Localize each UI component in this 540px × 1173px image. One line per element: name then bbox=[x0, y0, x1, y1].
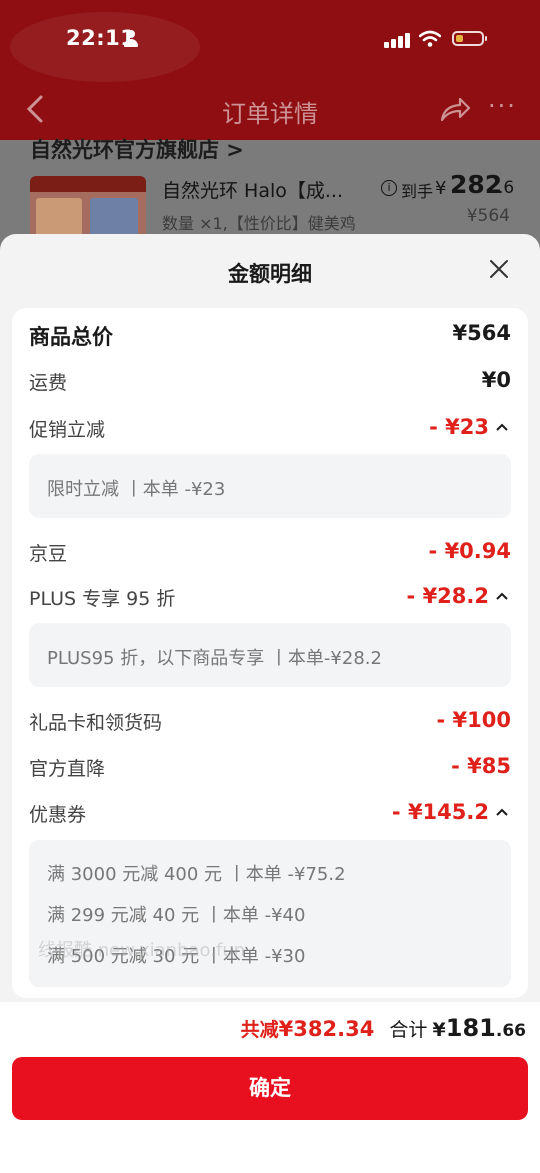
row-value: - ¥100 bbox=[436, 708, 511, 732]
store-name-link[interactable]: 自然光环官方旗舰店 > bbox=[30, 134, 244, 164]
chevron-up-icon[interactable] bbox=[495, 591, 509, 601]
nav-bar: 订单详情 ··· bbox=[0, 88, 540, 132]
price-decimal: .6 bbox=[498, 178, 515, 198]
row-total-price: 商品总价 ¥564 bbox=[29, 321, 511, 349]
row-label: PLUS 专享 95 折 bbox=[29, 588, 176, 610]
detail-line: PLUS95 折，以下商品专享 丨本单-¥28.2 bbox=[47, 648, 382, 669]
product-title[interactable]: 自然光环 Halo【成... bbox=[162, 176, 343, 203]
coupon-detail-box: 满 3000 元减 400 元 丨本单 -¥75.2 满 299 元减 40 元… bbox=[29, 840, 511, 987]
row-value: - ¥28.2 bbox=[406, 584, 489, 608]
price-integer: 282 bbox=[450, 170, 503, 199]
price-label: 到手 bbox=[401, 182, 434, 201]
sheet-title: 金额明细 bbox=[228, 262, 312, 286]
total-label: 合计 bbox=[389, 1019, 428, 1041]
saved-amount: ¥382.34 bbox=[278, 1017, 375, 1041]
row-label: 官方直降 bbox=[29, 758, 106, 780]
signal-icon bbox=[384, 32, 412, 48]
person-icon bbox=[123, 30, 139, 48]
row-label: 礼品卡和领货码 bbox=[29, 712, 163, 734]
sheet-footer: 共减¥382.34 合计 ¥181.66 确定 bbox=[0, 1002, 540, 1173]
total-integer: 181 bbox=[445, 1014, 496, 1042]
summary-line: 共减¥382.34 合计 ¥181.66 bbox=[241, 1014, 526, 1044]
original-price: ¥564 bbox=[466, 206, 510, 226]
row-plus-discount[interactable]: PLUS 专享 95 折 - ¥28.2 bbox=[29, 584, 511, 612]
row-shipping: 运费 ¥0 bbox=[29, 368, 511, 396]
chevron-up-icon[interactable] bbox=[495, 807, 509, 817]
amount-detail-card: 商品总价 ¥564 运费 ¥0 促销立减 - ¥23 限时立减 丨本单 -¥23… bbox=[12, 308, 528, 998]
status-bar: 22:11 bbox=[0, 26, 540, 56]
more-icon[interactable]: ··· bbox=[488, 92, 517, 120]
row-value: - ¥0.94 bbox=[428, 539, 511, 563]
row-value: ¥564 bbox=[452, 321, 511, 345]
watermark: 线报酷 new.xianbao.fun bbox=[38, 940, 246, 961]
amount-detail-sheet: 金额明细 商品总价 ¥564 运费 ¥0 促销立减 - ¥23 限时立减 丨本单… bbox=[0, 234, 540, 1173]
detail-line: 满 3000 元减 400 元 丨本单 -¥75.2 bbox=[47, 864, 346, 885]
share-icon[interactable] bbox=[438, 94, 472, 124]
row-gift-card: 礼品卡和领货码 - ¥100 bbox=[29, 708, 511, 736]
row-label: 京豆 bbox=[29, 543, 68, 565]
row-value: - ¥23 bbox=[429, 415, 489, 439]
total-currency: ¥ bbox=[432, 1019, 446, 1041]
chevron-up-icon[interactable] bbox=[495, 422, 509, 432]
row-label: 运费 bbox=[29, 372, 68, 394]
page-header: 22:11 订单详情 ··· bbox=[0, 0, 540, 140]
price-currency: ¥ bbox=[435, 178, 447, 199]
close-icon[interactable] bbox=[486, 256, 512, 282]
product-subtitle: 数量 ×1,【性价比】健美鸡 bbox=[162, 214, 356, 233]
row-coupon[interactable]: 优惠券 - ¥145.2 bbox=[29, 800, 511, 828]
confirm-button[interactable]: 确定 bbox=[12, 1057, 528, 1120]
battery-icon bbox=[452, 31, 487, 46]
info-icon[interactable]: i bbox=[381, 180, 397, 196]
status-time: 22:11 bbox=[66, 26, 136, 50]
total-decimal: .66 bbox=[495, 1021, 526, 1041]
promo-detail-box: 限时立减 丨本单 -¥23 bbox=[29, 454, 511, 518]
wifi-icon bbox=[419, 30, 441, 47]
row-label: 商品总价 bbox=[29, 325, 113, 349]
detail-line: 满 299 元减 40 元 丨本单 -¥40 bbox=[47, 905, 306, 926]
saved-label: 共减 bbox=[240, 1019, 279, 1041]
row-official-discount: 官方直降 - ¥85 bbox=[29, 754, 511, 782]
row-jingdou: 京豆 - ¥0.94 bbox=[29, 539, 511, 567]
row-label: 优惠券 bbox=[29, 804, 87, 826]
plus-detail-box: PLUS95 折，以下商品专享 丨本单-¥28.2 bbox=[29, 623, 511, 687]
row-value: ¥0 bbox=[481, 368, 511, 392]
detail-line: 限时立减 丨本单 -¥23 bbox=[47, 479, 226, 500]
row-promo[interactable]: 促销立减 - ¥23 bbox=[29, 415, 511, 443]
row-value: - ¥85 bbox=[451, 754, 511, 778]
row-label: 促销立减 bbox=[29, 419, 106, 441]
row-value: - ¥145.2 bbox=[391, 800, 489, 824]
